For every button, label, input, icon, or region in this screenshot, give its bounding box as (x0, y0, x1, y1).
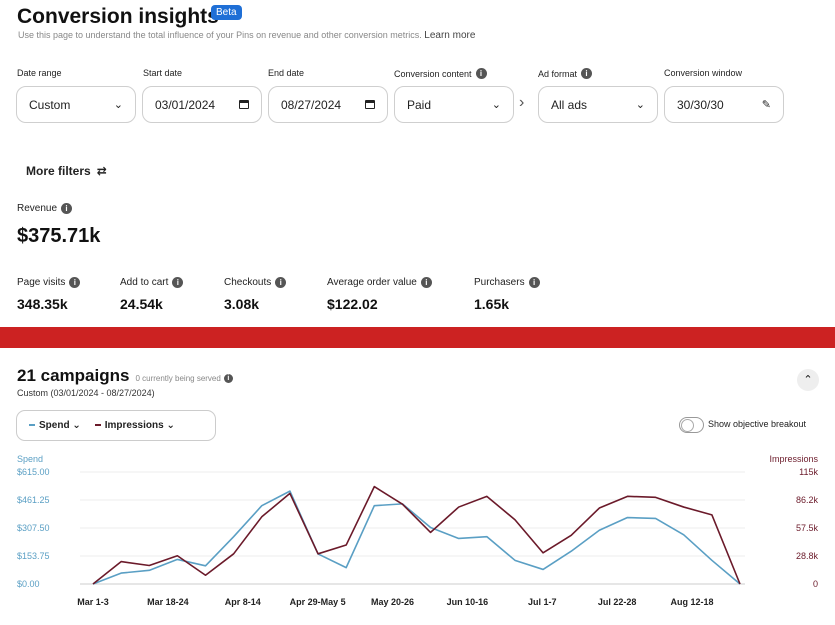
start-date-input[interactable]: 03/01/2024 (142, 86, 262, 123)
more-filters-label: More filters (26, 164, 91, 178)
page-title: Conversion insights (17, 5, 219, 28)
right-tick-label: 115k (799, 467, 818, 477)
calendar-icon (239, 100, 249, 109)
end-date-value: 08/27/2024 (281, 97, 342, 112)
x-tick-label: Aug 12-18 (670, 597, 713, 607)
chevron-down-icon: ⌄ (72, 420, 81, 431)
chart-metric-selector: Spend ⌄ Impressions ⌄ (16, 410, 216, 441)
more-filters-button[interactable]: More filters ⇄ (26, 164, 107, 178)
conversion-content-select[interactable]: Paid ⌄ (394, 86, 514, 123)
x-tick-label: Jul 22-28 (598, 597, 637, 607)
ad-format-select[interactable]: All ads ⌄ (538, 86, 658, 123)
campaign-chart: Spend $615.00 $461.25 $307.50 $153.75 $0.00 I… (17, 454, 819, 607)
right-tick-label: 0 (813, 579, 818, 589)
chevron-down-icon: ⌄ (635, 99, 645, 111)
metric-value: 24.54k (120, 296, 163, 312)
date-range-select[interactable]: Custom ⌄ (16, 86, 136, 123)
left-tick-label: $153.75 (17, 551, 50, 561)
info-icon[interactable]: i (223, 374, 233, 383)
end-date-label: End date (268, 68, 305, 78)
chevron-up-icon[interactable]: ⌃ (797, 369, 819, 391)
info-icon[interactable]: i (69, 277, 81, 288)
conversion-content-label: Conversion content i (394, 68, 487, 79)
conversion-window-value: 30/30/30 (677, 97, 724, 112)
impressions-metric-dropdown[interactable]: Impressions ⌄ (94, 420, 175, 431)
info-icon[interactable]: i (275, 277, 287, 288)
x-tick-label: Jul 1-7 (528, 597, 557, 607)
info-icon[interactable]: i (528, 277, 540, 288)
red-divider-banner (0, 327, 835, 348)
filter-sliders-icon: ⇄ (96, 164, 107, 178)
chevron-right-icon: › (519, 94, 525, 111)
x-tick-label: Mar 18-24 (147, 597, 189, 607)
x-tick-label: Jun 10-16 (447, 597, 489, 607)
left-tick-label: $307.50 (17, 523, 50, 533)
revenue-value: $375.71k (17, 225, 101, 247)
spend-metric-dropdown[interactable]: Spend ⌄ (29, 420, 81, 431)
right-tick-label: 28.8k (796, 551, 819, 561)
right-tick-label: 86.2k (796, 495, 819, 505)
objective-breakout-toggle[interactable] (679, 417, 704, 433)
chevron-down-icon: ⌄ (113, 99, 123, 111)
chevron-down-icon: ⌄ (491, 99, 501, 111)
subtitle-text: Use this page to understand the total in… (18, 30, 422, 40)
start-date-label: Start date (143, 68, 183, 78)
info-icon[interactable]: i (420, 277, 432, 288)
chevron-down-icon: ⌄ (166, 420, 175, 431)
metric-label: Average order value i (327, 277, 432, 288)
campaigns-date-range: Custom (03/01/2024 - 08/27/2024) (17, 388, 155, 398)
x-tick-label: Apr 8-14 (225, 597, 261, 607)
metric-label: Purchasers i (474, 277, 540, 288)
campaigns-count: 21 campaigns (17, 366, 130, 385)
end-date-input[interactable]: 08/27/2024 (268, 86, 388, 123)
ad-format-label: Ad format i (538, 68, 593, 79)
x-tick-label: Mar 1-3 (77, 597, 109, 607)
start-date-value: 03/01/2024 (155, 97, 216, 112)
impressions-series-line (92, 485, 741, 585)
beta-badge: Beta (211, 5, 242, 20)
right-tick-label: 57.5k (796, 523, 819, 533)
date-range-label: Date range (17, 68, 62, 78)
page-subtitle: Use this page to understand the total in… (18, 30, 475, 41)
metric-label: Add to cart i (120, 277, 184, 288)
conversion-window-input[interactable]: 30/30/30 ✎ (664, 86, 784, 123)
left-tick-label: $0.00 (17, 579, 40, 589)
calendar-icon (365, 100, 375, 109)
metric-value: $122.02 (327, 296, 378, 312)
info-icon[interactable]: i (475, 68, 487, 79)
learn-more-link[interactable]: Learn more (424, 30, 475, 41)
x-tick-label: May 20-26 (371, 597, 414, 607)
info-icon[interactable]: i (581, 68, 593, 79)
revenue-label: Revenue i (17, 203, 73, 214)
ad-format-value: All ads (551, 97, 588, 112)
metric-value: 348.35k (17, 296, 68, 312)
info-icon[interactable]: i (61, 203, 73, 214)
left-tick-label: $615.00 (17, 467, 50, 477)
left-tick-label: $461.25 (17, 495, 50, 505)
info-icon[interactable]: i (172, 277, 184, 288)
pencil-icon[interactable]: ✎ (762, 98, 771, 111)
metric-value: 3.08k (224, 296, 260, 312)
metric-label: Page visits i (17, 277, 81, 288)
conversion-content-value: Paid (407, 97, 432, 112)
metric-value: 1.65k (474, 296, 510, 312)
spend-series-line (92, 490, 741, 585)
campaigns-heading: 21 campaigns 0 currently being served i (17, 366, 233, 386)
served-status: 0 currently being served i (135, 374, 233, 383)
left-axis-title: Spend (17, 454, 43, 464)
date-range-value: Custom (29, 97, 71, 112)
right-axis-title: Impressions (769, 454, 818, 464)
metric-label: Checkouts i (224, 277, 287, 288)
conversion-window-label: Conversion window (664, 68, 743, 78)
objective-breakout-label: Show objective breakout (708, 419, 807, 429)
x-tick-label: Apr 29-May 5 (290, 597, 346, 607)
